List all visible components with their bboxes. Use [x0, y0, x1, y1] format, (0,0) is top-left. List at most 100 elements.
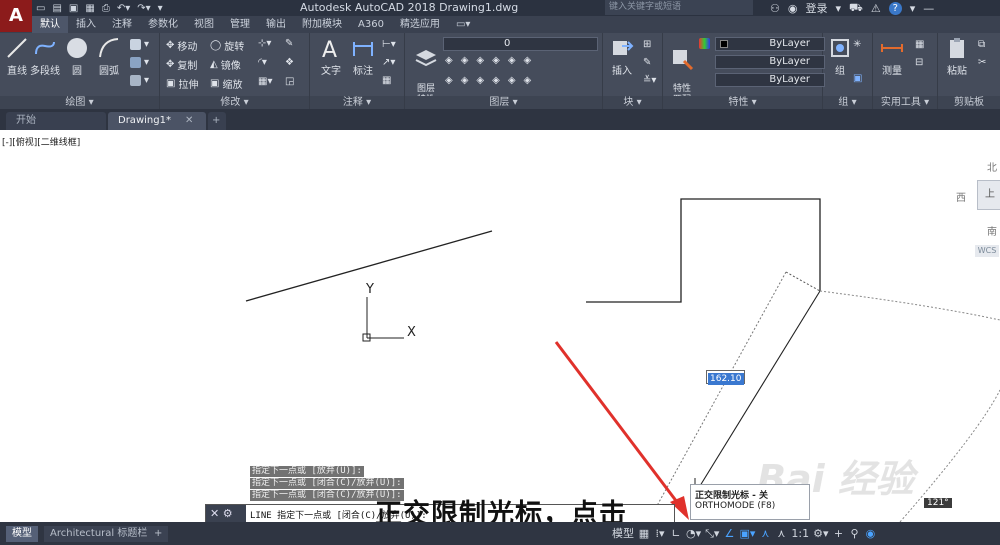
insert-block-button[interactable]: 插入	[605, 36, 639, 77]
viewcube-west[interactable]: 西	[956, 189, 966, 204]
close-cmd-icon[interactable]: ✕	[210, 507, 219, 520]
cut-tool[interactable]: ✂	[978, 57, 986, 68]
new-tab-button[interactable]: +	[208, 112, 226, 130]
layer-tool-icon[interactable]: ◈	[524, 55, 532, 66]
fillet-tool[interactable]: ◜▾	[258, 57, 267, 68]
array-tool[interactable]: ▦▾	[258, 76, 272, 87]
exchange-icon[interactable]: ⚠	[871, 2, 881, 15]
tab-featured-apps[interactable]: 精选应用	[392, 16, 448, 33]
viewcube[interactable]: 北 西 上 南 WCS	[950, 153, 1000, 263]
move-tool[interactable]: ✥ 移动	[166, 38, 197, 53]
tab-view[interactable]: 视图	[186, 16, 222, 33]
hatch-tool[interactable]: ▾	[130, 57, 149, 68]
close-tab-icon[interactable]: ✕	[185, 115, 193, 126]
tab-insert[interactable]: 插入	[68, 16, 104, 33]
help-chevron-icon[interactable]: ▾	[910, 2, 916, 15]
layer-tool-icon[interactable]: ◈	[476, 55, 484, 66]
linear-dim-tool[interactable]: ⊢▾	[382, 39, 396, 50]
chevron-down-icon[interactable]: ▾	[835, 2, 841, 15]
annotation-scale-value[interactable]: 1:1	[791, 527, 809, 541]
scale-tool[interactable]: ▣ 缩放	[210, 76, 242, 91]
save-as-icon[interactable]: ▦	[85, 3, 94, 14]
modify-panel-title[interactable]: 修改 ▾	[160, 96, 309, 109]
copy-tool[interactable]: ✥ 复制	[166, 57, 197, 72]
measure-button[interactable]: 测量	[875, 36, 909, 77]
annotation-panel-title[interactable]: 注释 ▾	[310, 96, 404, 109]
ortho-icon[interactable]: ∟	[670, 527, 682, 541]
viewcube-south[interactable]: 南	[987, 223, 997, 238]
properties-panel-title[interactable]: 特性 ▾	[663, 96, 822, 109]
group-select-tool[interactable]: ▣	[853, 73, 862, 84]
leader-tool[interactable]: ↗▾	[382, 57, 395, 68]
layer-tool-icon[interactable]: ◈	[508, 55, 516, 66]
object-snap-tracking-icon[interactable]: ∠	[723, 527, 735, 541]
tab-annotate[interactable]: 注释	[104, 16, 140, 33]
quick-select-tool[interactable]: ⊟	[915, 57, 923, 68]
offset-tool[interactable]: ◲	[285, 76, 294, 87]
layout-tab-architectural[interactable]: Architectural 标题栏	[44, 526, 154, 542]
login-link[interactable]: 登录	[805, 0, 827, 16]
object-snap-icon[interactable]: ▣▾	[739, 527, 755, 541]
ungroup-tool[interactable]: ✳	[853, 39, 861, 50]
tab-default[interactable]: 默认	[32, 16, 68, 33]
undo-icon[interactable]: ↶▾	[117, 3, 130, 14]
cart-icon[interactable]: ⛟	[849, 1, 863, 16]
layout-tab-model[interactable]: 模型	[6, 526, 38, 542]
wrench-icon[interactable]: ⚙	[223, 507, 233, 520]
rotate-tool[interactable]: ◯ 旋转	[210, 38, 244, 53]
linetype-dropdown[interactable]: ByLayer	[715, 55, 825, 69]
draw-panel-title[interactable]: 绘图 ▾	[0, 96, 159, 109]
clipboard-panel-title[interactable]: 剪贴板	[938, 96, 1000, 109]
tab-ribbon-options[interactable]: ▭▾	[448, 16, 478, 33]
tab-output[interactable]: 输出	[258, 16, 294, 33]
group-button[interactable]: 组	[823, 36, 857, 77]
hardware-accel-icon[interactable]: ◉	[864, 527, 876, 541]
erase-tool[interactable]: ✎	[285, 38, 293, 49]
grid-icon[interactable]: ▦	[638, 527, 650, 541]
drawn-polyline[interactable]	[586, 198, 821, 303]
layer-tool-icon[interactable]: ◈	[445, 75, 453, 86]
tab-drawing1[interactable]: Drawing1* ✕	[108, 112, 206, 130]
app-logo[interactable]: A	[0, 0, 32, 32]
polyline-button[interactable]: 多段线	[28, 36, 62, 77]
tab-addins[interactable]: 附加模块	[294, 16, 350, 33]
drawing-canvas[interactable]: [-][俯视][二维线框] Y X 162.10 北 西 上 南 WCS Bai…	[0, 130, 1000, 530]
tab-start[interactable]: 开始	[6, 112, 106, 130]
search-input[interactable]: 键入关键字或短语	[605, 0, 753, 15]
iso-draft-icon[interactable]: ⤡▾	[705, 527, 719, 541]
lineweight-dropdown[interactable]: ByLayer	[715, 73, 825, 87]
create-block-tool[interactable]: ⊞	[643, 39, 651, 50]
rectangle-tool[interactable]: ▾	[130, 39, 149, 50]
redo-icon[interactable]: ↷▾	[137, 3, 150, 14]
snap-icon[interactable]: ⁞▾	[654, 527, 666, 541]
gradient-tool[interactable]: ▾	[130, 75, 149, 86]
binoculars-icon[interactable]: ⚇	[770, 2, 780, 15]
workspace-gear-icon[interactable]: ⚙▾	[813, 527, 828, 541]
layers-panel-title[interactable]: 图层 ▾	[405, 96, 602, 109]
save-icon[interactable]: ▣	[69, 3, 78, 14]
text-button[interactable]: A 文字	[314, 36, 348, 77]
dynamic-length-input[interactable]: 162.10	[706, 370, 745, 385]
layer-tool-icon[interactable]: ◈	[524, 75, 532, 86]
open-file-icon[interactable]: ▤	[52, 3, 61, 14]
edit-block-tool[interactable]: ✎	[643, 57, 651, 68]
print-icon[interactable]: ⎙	[102, 3, 110, 14]
explode-tool[interactable]: ❖	[285, 57, 294, 68]
wcs-menu[interactable]: WCS	[975, 245, 999, 257]
layer-tool-icon[interactable]: ◈	[461, 75, 469, 86]
mirror-tool[interactable]: ◭ 镜像	[210, 57, 241, 72]
tab-a360[interactable]: A360	[350, 16, 392, 33]
viewcube-north[interactable]: 北	[987, 159, 997, 174]
layer-tool-icon[interactable]: ◈	[476, 75, 484, 86]
qat-menu-chevron-icon[interactable]: ▾	[158, 3, 163, 14]
isolate-icon[interactable]: ⚲	[848, 527, 860, 541]
table-tool[interactable]: ▦	[382, 75, 391, 86]
block-panel-title[interactable]: 块 ▾	[603, 96, 662, 109]
tab-parametric[interactable]: 参数化	[140, 16, 186, 33]
new-file-icon[interactable]: ▭	[36, 3, 45, 14]
circle-button[interactable]: 圆	[60, 36, 94, 77]
tab-manage[interactable]: 管理	[222, 16, 258, 33]
annotation-visibility-icon[interactable]: ⋏	[759, 527, 771, 541]
copy-clip-tool[interactable]: ⧉	[978, 39, 985, 50]
polar-icon[interactable]: ◔▾	[686, 527, 701, 541]
